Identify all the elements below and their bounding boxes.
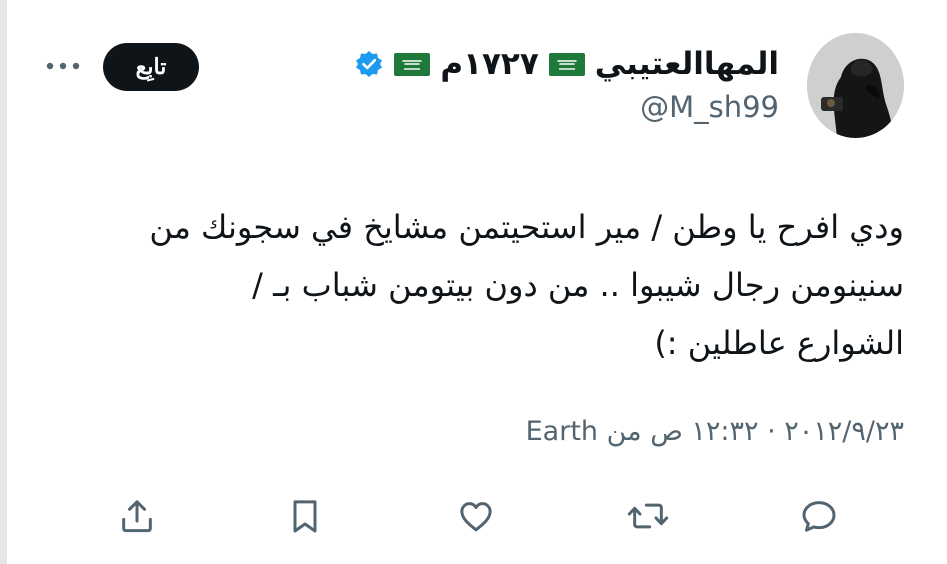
avatar[interactable] xyxy=(807,33,904,138)
saudi-flag-icon xyxy=(548,52,585,76)
saudi-flag-icon xyxy=(394,52,431,76)
tweet-text-line: سنينومن رجال شيبوا .. من دون بيتومن شباب… xyxy=(252,266,904,304)
tweet-header: المهاالعتيبي ١٧٢٧م @M_sh99 xyxy=(354,42,779,124)
tweet-text-line: ودي افرح يا وطن / مير استحيتمن مشايخ في … xyxy=(149,208,904,246)
reply-icon[interactable] xyxy=(795,492,843,540)
tweet-timestamp[interactable]: ٢٠١٢/٩/٢٣ · ١٢:٣٢ ص من Earth xyxy=(526,416,904,447)
tweet-text: ودي افرح يا وطن / مير استحيتمن مشايخ في … xyxy=(54,198,904,372)
tweet-text-line: الشوارع عاطلين :) xyxy=(654,324,904,362)
author-display-name-suffix[interactable]: ١٧٢٧م xyxy=(440,46,538,82)
tweet-card: المهاالعتيبي ١٧٢٧م @M_sh99 تابِع ودي افر… xyxy=(0,0,947,564)
timeline-divider xyxy=(0,0,7,564)
share-icon[interactable] xyxy=(113,492,161,540)
bookmark-icon[interactable] xyxy=(281,492,329,540)
retweet-icon[interactable] xyxy=(624,492,672,540)
tweet-action-bar xyxy=(0,492,947,540)
like-icon[interactable] xyxy=(452,492,500,540)
follow-button[interactable]: تابِع xyxy=(103,43,199,91)
author-handle[interactable]: @M_sh99 xyxy=(354,90,779,124)
verified-badge-icon[interactable] xyxy=(354,49,384,79)
more-horizontal-icon[interactable] xyxy=(44,56,82,76)
author-name-row[interactable]: المهاالعتيبي ١٧٢٧م xyxy=(354,42,779,86)
author-display-name[interactable]: المهاالعتيبي xyxy=(595,46,779,82)
